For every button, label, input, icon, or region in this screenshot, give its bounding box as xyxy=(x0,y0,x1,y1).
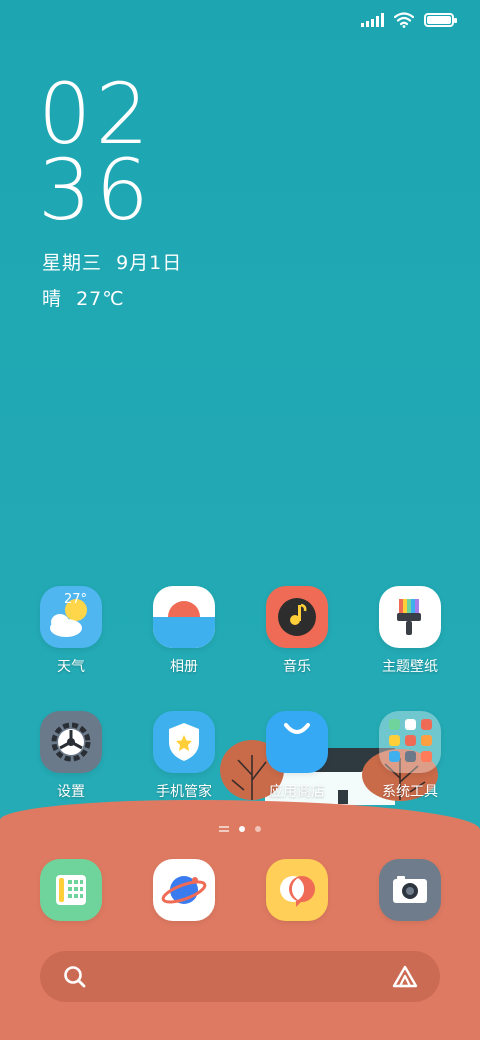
settings-icon xyxy=(40,711,102,773)
dock-messages[interactable] xyxy=(247,859,347,921)
app-store-icon xyxy=(266,711,328,773)
battery-icon xyxy=(424,13,457,27)
page-dot xyxy=(255,826,261,832)
app-label: 手机管家 xyxy=(156,784,212,800)
search-icon[interactable] xyxy=(62,964,88,990)
app-label: 主题壁纸 xyxy=(382,659,438,675)
app-label: 音乐 xyxy=(283,659,311,675)
phone-icon xyxy=(40,859,102,921)
app-label: 系统工具 xyxy=(382,784,438,800)
page-dot-active xyxy=(239,826,245,832)
weather-text[interactable]: 晴 27℃ xyxy=(42,284,125,311)
app-label: 应用商店 xyxy=(269,784,325,800)
messages-icon xyxy=(266,859,328,921)
app-settings[interactable]: 设置 xyxy=(21,711,121,801)
wifi-icon xyxy=(394,12,414,28)
search-bar[interactable] xyxy=(40,951,440,1002)
app-label: 设置 xyxy=(57,784,85,800)
app-music[interactable]: 音乐 xyxy=(247,586,347,676)
app-folder-system-tools[interactable]: 系统工具 xyxy=(360,711,460,801)
camera-icon xyxy=(379,859,441,921)
app-weather[interactable]: 27° 天气 xyxy=(21,586,121,676)
app-security[interactable]: 手机管家 xyxy=(134,711,234,801)
dock-browser[interactable] xyxy=(134,859,234,921)
page-indicator[interactable] xyxy=(0,826,480,832)
folder-icon xyxy=(379,711,441,773)
page-menu-icon xyxy=(219,826,229,832)
app-themes[interactable]: 主题壁纸 xyxy=(360,586,460,676)
security-icon xyxy=(153,711,215,773)
clock-widget[interactable]: 02 36 xyxy=(38,72,153,239)
dock-phone[interactable] xyxy=(21,859,121,921)
assistant-icon[interactable] xyxy=(392,964,418,990)
status-bar xyxy=(361,10,457,30)
app-label: 天气 xyxy=(57,659,85,675)
dock-camera[interactable] xyxy=(360,859,460,921)
browser-icon xyxy=(153,859,215,921)
weather-icon-temp: 27° xyxy=(64,592,88,607)
app-gallery[interactable]: 相册 xyxy=(134,586,234,676)
gallery-icon xyxy=(153,586,215,648)
music-icon xyxy=(266,586,328,648)
weather-icon: 27° xyxy=(40,586,102,648)
battery-level xyxy=(427,16,451,24)
clock-minutes: 36 xyxy=(38,141,153,239)
signal-icon xyxy=(361,13,384,27)
app-label: 相册 xyxy=(170,659,198,675)
date-text[interactable]: 星期三 9月1日 xyxy=(42,248,182,275)
themes-icon xyxy=(379,586,441,648)
app-store[interactable]: 应用商店 xyxy=(247,711,347,801)
